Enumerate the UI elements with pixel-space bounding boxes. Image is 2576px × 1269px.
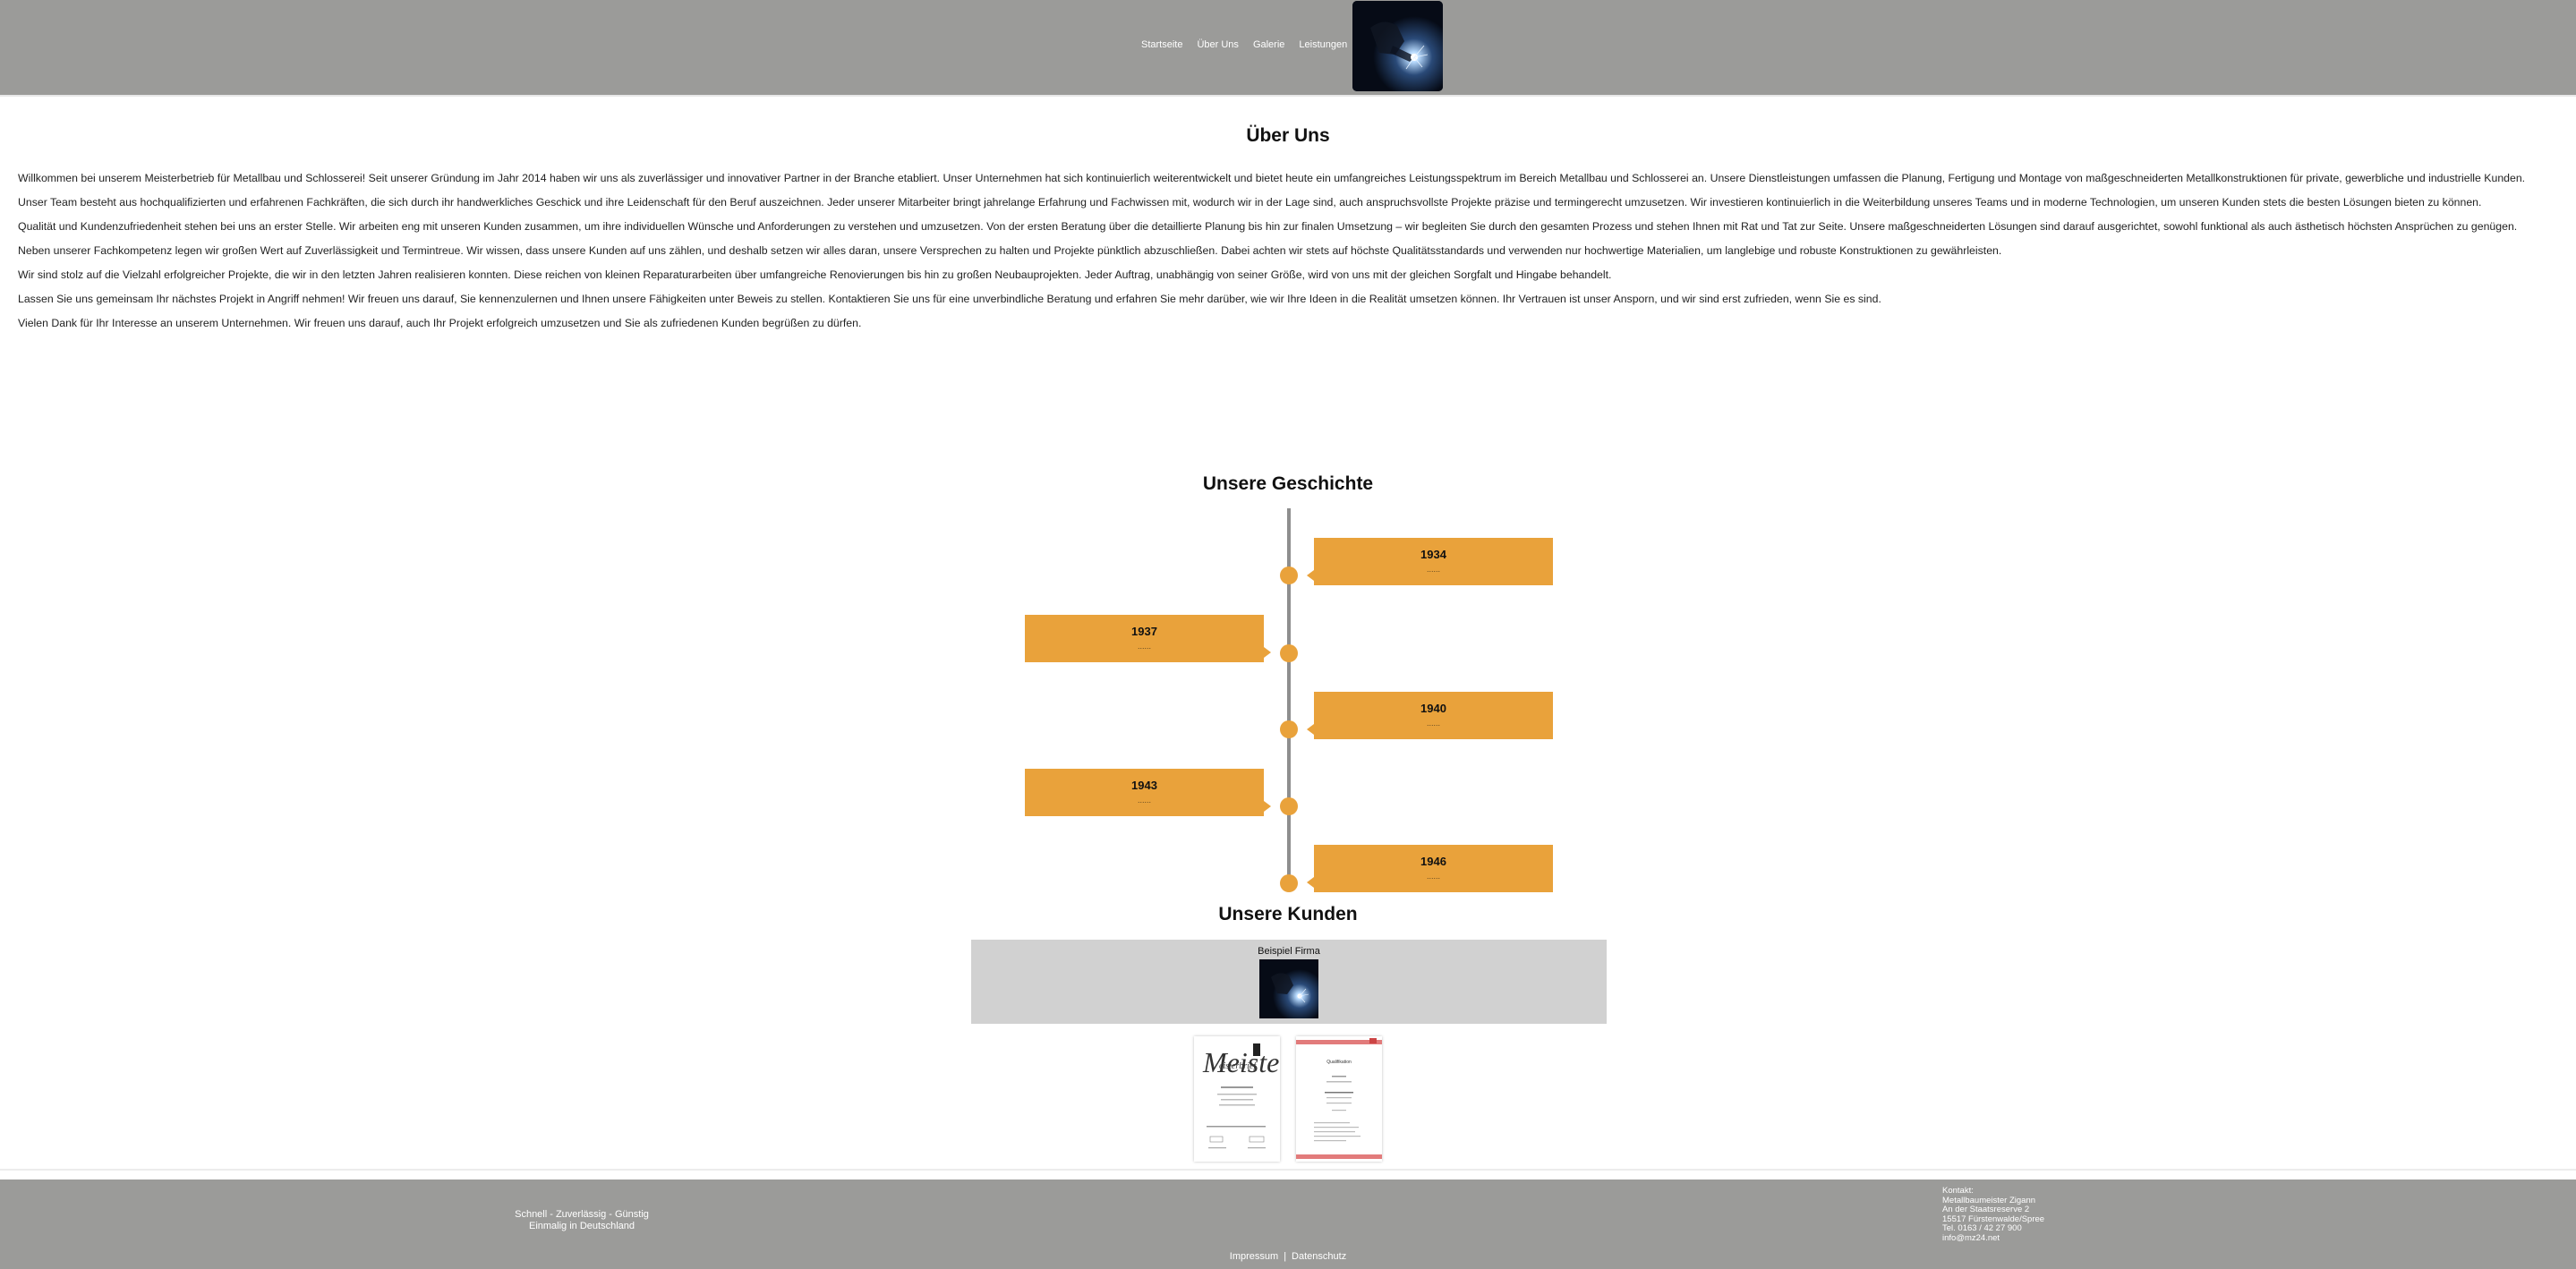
timeline-arrow <box>1307 570 1314 581</box>
timeline-arrow <box>1264 801 1271 812</box>
timeline-dot <box>1280 720 1298 738</box>
history-title: Unsere Geschichte <box>1202 473 1374 494</box>
footer-divider <box>0 1169 2576 1171</box>
contact-phone[interactable]: Tel. 0163 / 42 27 900 <box>1942 1223 2044 1234</box>
header-divider <box>0 95 2576 97</box>
certificate-meisterbrief[interactable]: Meisterbrief eisterbrief <box>1194 1036 1280 1162</box>
timeline-event: 1940 ...... <box>1307 692 1553 739</box>
timeline-event: 1946 ...... <box>1307 845 1553 892</box>
qualifikation-heading: Qualifikation <box>1326 1060 1352 1065</box>
timeline-event: 1943 ...... <box>1025 769 1271 816</box>
nav-leistungen[interactable]: Leistungen <box>1299 39 1347 50</box>
customer-card[interactable]: Beispiel Firma <box>971 940 1607 1024</box>
footer-slogan: Schnell - Zuverlässig - Günstig Einmalig… <box>474 1209 689 1232</box>
timeline-text: ...... <box>1426 719 1440 728</box>
timeline-year: 1943 <box>1131 779 1157 792</box>
timeline-year: 1946 <box>1420 855 1446 868</box>
about-paragraph: Willkommen bei unserem Meisterbetrieb fü… <box>18 172 2526 184</box>
timeline-event: 1934 ...... <box>1307 538 1553 585</box>
impressum-link[interactable]: Impressum <box>1230 1251 1278 1262</box>
timeline-dot <box>1280 874 1298 892</box>
slogan-line-2: Einmalig in Deutschland <box>528 1221 635 1231</box>
timeline-text: ...... <box>1426 565 1440 574</box>
timeline-year: 1934 <box>1420 548 1446 561</box>
timeline-text: ...... <box>1137 642 1151 651</box>
timeline-arrow <box>1307 877 1314 888</box>
logo-welder-image[interactable] <box>1352 1 1443 91</box>
nav-startseite[interactable]: Startseite <box>1141 39 1182 50</box>
about-paragraph: Lassen Sie uns gemeinsam Ihr nächstes Pr… <box>18 293 1881 305</box>
timeline-year: 1937 <box>1131 625 1157 638</box>
contact-street: An der Staatsreserve 2 <box>1942 1205 2030 1214</box>
footer-legal-links: Impressum | Datenschutz <box>0 1251 2576 1262</box>
main-nav: Startseite Über Uns Galerie Leistungen <box>1141 39 1347 50</box>
timeline-arrow <box>1264 647 1271 658</box>
timeline-dot <box>1280 644 1298 662</box>
about-paragraph: Wir sind stolz auf die Vielzahl erfolgre… <box>18 268 1612 281</box>
timeline-dot <box>1280 566 1298 584</box>
timeline-dot <box>1280 797 1298 815</box>
datenschutz-link[interactable]: Datenschutz <box>1292 1251 1346 1262</box>
legal-separator: | <box>1284 1251 1287 1262</box>
about-paragraph: Unser Team besteht aus hochqualifizierte… <box>18 196 2482 209</box>
customer-logo-image <box>1259 959 1318 1018</box>
contact-label: Kontakt: <box>1942 1186 1974 1196</box>
customers-title: Unsere Kunden <box>1218 904 1358 924</box>
timeline-line <box>1287 508 1291 886</box>
site-footer: Schnell - Zuverlässig - Günstig Einmalig… <box>0 1180 2576 1269</box>
about-text: Willkommen bei unserem Meisterbetrieb fü… <box>18 172 2560 341</box>
timeline-event: 1937 ...... <box>1025 615 1271 662</box>
about-paragraph: Qualität und Kundenzufriedenheit stehen … <box>18 220 2518 233</box>
about-paragraph: Vielen Dank für Ihr Interesse an unserem… <box>18 317 862 329</box>
site-header: Startseite Über Uns Galerie Leistungen <box>0 0 2576 95</box>
timeline-year: 1940 <box>1420 702 1446 715</box>
footer-contact: Kontakt: Metallbaumeister Zigann An der … <box>1942 1186 2044 1244</box>
nav-ueber-uns[interactable]: Über Uns <box>1197 39 1238 50</box>
about-paragraph: Neben unserer Fachkompetenz legen wir gr… <box>18 244 2002 257</box>
slogan-line-1: Schnell - Zuverlässig - Günstig <box>515 1209 649 1220</box>
timeline-text: ...... <box>1426 872 1440 881</box>
certificate-qualifikation[interactable]: Qualifikation <box>1296 1036 1382 1162</box>
contact-email[interactable]: info@mz24.net <box>1942 1233 2044 1244</box>
timeline-arrow <box>1307 724 1314 735</box>
page-title: Über Uns <box>1246 125 1330 146</box>
nav-galerie[interactable]: Galerie <box>1253 39 1284 50</box>
customer-name: Beispiel Firma <box>1258 946 1320 957</box>
timeline-text: ...... <box>1137 796 1151 805</box>
svg-text:eisterbrief: eisterbrief <box>1219 1061 1257 1071</box>
